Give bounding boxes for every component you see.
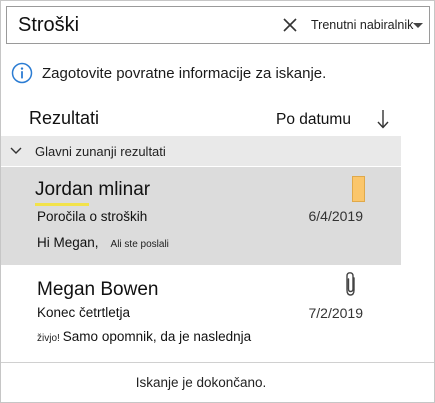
message-date: 6/4/2019 bbox=[308, 208, 364, 224]
scrollbar-track[interactable] bbox=[401, 136, 434, 363]
search-scope-label: Trenutni nabiralnik bbox=[311, 18, 414, 32]
preview-body: Samo opomnik, da je naslednja bbox=[62, 329, 252, 344]
feedback-link[interactable]: Zagotovite povratne informacije za iskan… bbox=[42, 65, 326, 82]
group-header-top-results[interactable]: Glavni zunanji rezultati bbox=[1, 136, 401, 166]
clear-search-button[interactable] bbox=[283, 7, 297, 43]
preview-body: Ali ste poslali bbox=[110, 239, 169, 250]
message-preview: živjo! Samo opomnik, da je naslednja bbox=[37, 329, 251, 344]
result-item[interactable]: Jordan mlinar Poročila o stroških 6/4/20… bbox=[1, 167, 401, 265]
preview-greeting: živjo! bbox=[37, 333, 60, 344]
results-header: Rezultati Po datumu bbox=[1, 105, 434, 135]
search-results-pane: Trenutni nabiralnik Zagotovite povratne … bbox=[0, 0, 435, 403]
chevron-down-icon bbox=[413, 22, 424, 28]
result-item[interactable]: Megan Bowen Konec četrtletja 7/2/2019 ži… bbox=[1, 267, 401, 357]
group-label: Glavni zunanji rezultati bbox=[35, 143, 166, 159]
sender-name: Jordan mlinar bbox=[35, 179, 151, 200]
category-flag-icon bbox=[352, 176, 365, 202]
search-scope-dropdown[interactable]: Trenutni nabiralnik bbox=[305, 7, 431, 43]
feedback-row: Zagotovite povratne informacije za iskan… bbox=[11, 61, 326, 85]
divider bbox=[1, 362, 434, 363]
message-preview: Hi Megan, Ali ste poslali bbox=[37, 235, 169, 250]
chevron-down-icon bbox=[10, 147, 22, 154]
results-title: Rezultati bbox=[29, 108, 100, 128]
info-icon bbox=[11, 62, 33, 84]
sort-by-button[interactable]: Po datumu bbox=[276, 111, 351, 129]
paperclip-icon bbox=[346, 272, 355, 296]
message-date: 7/2/2019 bbox=[308, 305, 364, 321]
search-bar: Trenutni nabiralnik bbox=[6, 6, 430, 44]
arrow-down-icon[interactable] bbox=[376, 108, 390, 130]
search-status: Iskanje je dokončano. bbox=[135, 375, 267, 390]
preview-greeting: Hi Megan, bbox=[37, 235, 99, 250]
sender-name: Megan Bowen bbox=[37, 279, 159, 300]
message-subject: Konec četrtletja bbox=[37, 305, 131, 320]
message-subject: Poročila o stroških bbox=[37, 209, 148, 224]
close-icon bbox=[283, 18, 297, 32]
search-input[interactable] bbox=[7, 7, 283, 43]
search-hit-highlight bbox=[35, 203, 89, 206]
